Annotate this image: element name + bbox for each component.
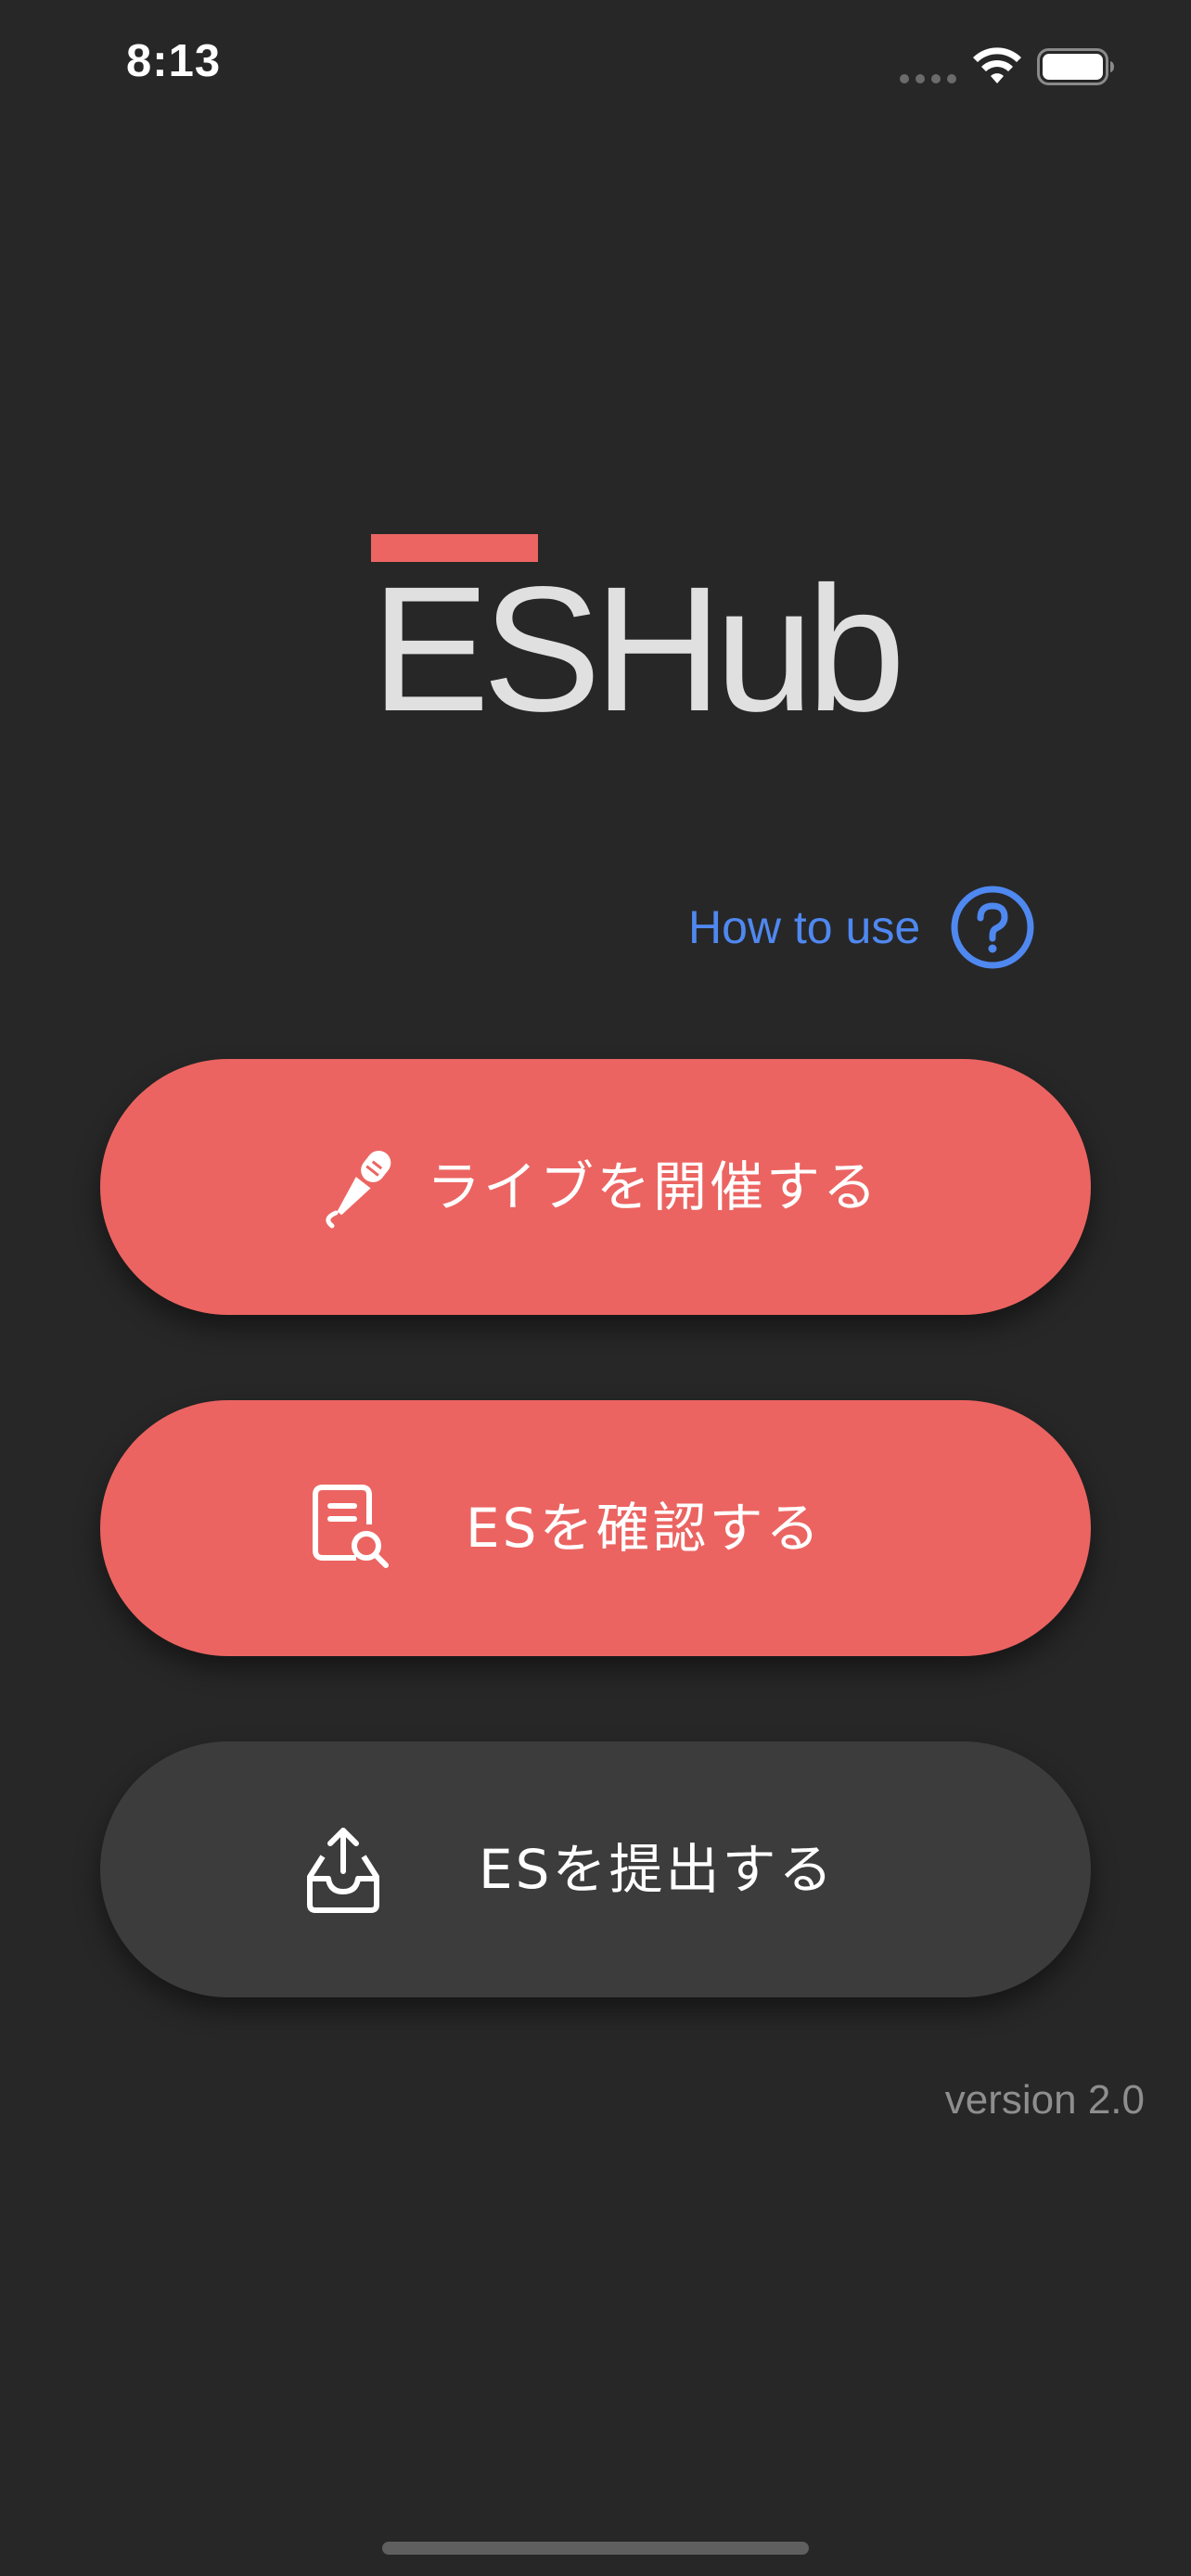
submit-es-button[interactable]: ESを提出する [100, 1741, 1091, 1997]
logo-text: ESHub [371, 549, 905, 748]
host-live-button[interactable]: ライブを開催する [100, 1059, 1091, 1315]
status-bar: 8:13 [0, 0, 1191, 139]
how-to-use-link[interactable]: How to use [688, 881, 1035, 974]
status-time: 8:13 [126, 36, 222, 86]
how-to-use-label: How to use [688, 901, 921, 953]
document-search-icon [313, 1485, 389, 1568]
inbox-upload-icon [307, 1828, 379, 1913]
review-es-label: ESを確認する [466, 1497, 823, 1560]
version-label: version 2.0 [944, 2077, 1145, 2123]
wifi-icon [973, 47, 1021, 83]
app-logo: ESHub [371, 534, 905, 738]
cellular-signal-icon [900, 74, 957, 83]
home-indicator[interactable] [382, 2542, 809, 2555]
microphone-icon [326, 1150, 391, 1229]
question-circle-icon[interactable] [950, 885, 1035, 970]
review-es-button[interactable]: ESを確認する [100, 1400, 1091, 1656]
submit-es-label: ESを提出する [479, 1838, 836, 1901]
battery-icon [1037, 48, 1114, 85]
host-live-label: ライブを開催する [427, 1155, 880, 1218]
